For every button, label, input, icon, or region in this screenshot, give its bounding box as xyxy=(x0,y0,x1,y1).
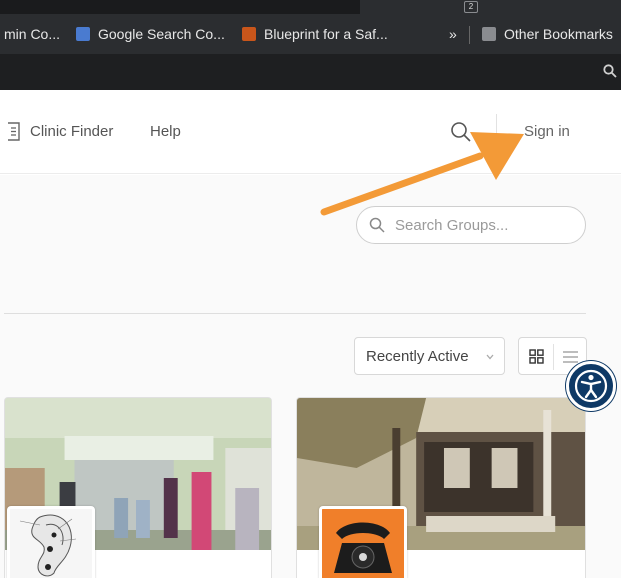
bookmark-label: min Co... xyxy=(4,26,61,42)
group-card[interactable] xyxy=(4,397,272,578)
sort-select[interactable]: Recently Active xyxy=(354,337,505,375)
browser-tab-strip: 2 xyxy=(0,0,621,14)
group-avatar[interactable] xyxy=(7,506,95,578)
section-divider xyxy=(4,313,586,314)
bookmarks-bar: min Co... Google Search Co... Blueprint … xyxy=(0,14,621,54)
group-avatar[interactable] xyxy=(319,506,407,578)
ear-diagram-image xyxy=(10,509,92,578)
annotation-arrow-icon xyxy=(320,132,524,216)
bookmark-label: Blueprint for a Saf... xyxy=(264,26,388,42)
accessibility-button[interactable] xyxy=(566,361,616,411)
bookmarks-divider xyxy=(469,26,470,44)
tab-count-badge[interactable]: 2 xyxy=(464,1,478,13)
bookmark-label: Other Bookmarks xyxy=(504,26,613,42)
bookmarks-overflow-button[interactable]: » xyxy=(449,26,457,42)
clinic-finder-icon xyxy=(8,122,20,141)
nav-clinic-finder[interactable]: Clinic Finder xyxy=(30,123,113,140)
bookmark-admin-console[interactable]: min Co... xyxy=(4,26,60,42)
bookmark-blueprint[interactable]: Blueprint for a Saf... xyxy=(242,26,388,42)
rotary-phone-image xyxy=(322,509,404,578)
other-bookmarks-folder[interactable]: Other Bookmarks xyxy=(482,26,613,42)
accessibility-icon xyxy=(574,369,608,403)
address-bar[interactable] xyxy=(0,54,621,90)
grid-view-icon[interactable] xyxy=(529,349,544,364)
chevron-down-icon xyxy=(486,354,494,360)
groups-page: Recently Active xyxy=(0,175,621,578)
bookmark-google-search-console[interactable]: Google Search Co... xyxy=(76,26,225,42)
sort-selected-value: Recently Active xyxy=(366,348,469,365)
view-toggle-divider xyxy=(553,344,554,370)
list-view-icon[interactable] xyxy=(563,350,578,364)
nav-help[interactable]: Help xyxy=(150,123,181,140)
active-tab[interactable] xyxy=(0,0,360,14)
group-card[interactable] xyxy=(296,397,586,578)
folder-icon xyxy=(482,27,496,41)
search-icon[interactable] xyxy=(603,64,617,78)
search-console-icon xyxy=(76,27,90,41)
bookmark-label: Google Search Co... xyxy=(98,26,225,42)
all-icon xyxy=(242,27,256,41)
sign-in-link[interactable]: Sign in xyxy=(524,123,570,140)
